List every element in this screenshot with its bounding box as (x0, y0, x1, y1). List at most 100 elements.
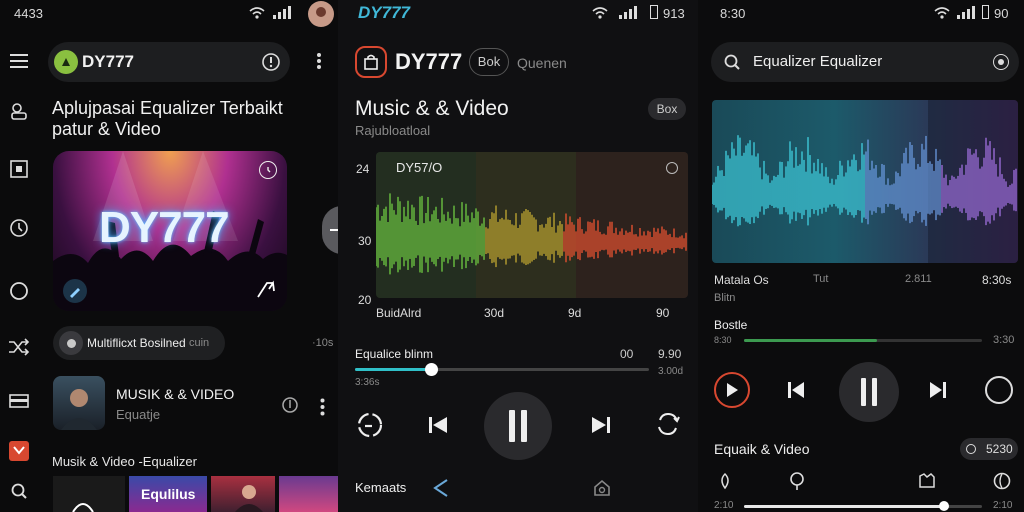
x-tick: BuidAlrd (376, 306, 422, 320)
signal-icon (957, 6, 977, 19)
scan-icon[interactable] (9, 101, 29, 121)
preset-progress-fill (744, 339, 878, 342)
thumb-caption: Equlilus (141, 486, 196, 502)
search-icon (723, 53, 741, 71)
panel-player: DY777 913 DY777 Bok Quenen Music & & Vid… (338, 0, 698, 512)
thumb-2[interactable]: Equlilus (129, 476, 207, 512)
hero-title: DY777 (99, 203, 230, 252)
thumb-1[interactable] (53, 476, 125, 512)
track-time-b: 9.90 (658, 347, 682, 361)
progress-time: 3:30 (993, 334, 1015, 346)
status-right: 90 (994, 6, 1009, 21)
clock-small-icon (259, 161, 277, 179)
signal-icon (273, 6, 291, 19)
square-icon[interactable] (10, 160, 28, 178)
gallery-icon[interactable] (917, 471, 937, 491)
repeat-icon[interactable] (355, 410, 385, 440)
bottom-slider-knob[interactable] (938, 501, 949, 511)
brand-logo: DY777 (358, 3, 410, 22)
next-icon[interactable] (590, 414, 612, 436)
bottom-right-time: 2:10 (993, 500, 1013, 511)
bottom-left-time: 2:10 (714, 500, 734, 511)
app-icon[interactable] (9, 441, 29, 461)
leaf-icon[interactable] (716, 472, 734, 490)
search-bar[interactable]: Equalizer Equalizer (711, 42, 1019, 82)
download-icon[interactable] (281, 396, 299, 414)
next-icon[interactable] (928, 380, 948, 400)
play-button[interactable] (714, 372, 750, 408)
app-header[interactable]: DY777 (48, 42, 290, 82)
progress-track[interactable] (355, 363, 649, 376)
circle-icon[interactable] (9, 281, 29, 301)
loop-icon[interactable] (654, 410, 682, 438)
back-icon[interactable] (432, 478, 450, 498)
item-more-icon[interactable] (320, 398, 325, 416)
y-tick: 24 (356, 162, 370, 176)
track-label: Equalice blinm (355, 347, 434, 361)
info-icon[interactable] (261, 52, 281, 72)
y-tick: 30 (358, 234, 372, 248)
pause-button[interactable] (839, 362, 899, 422)
elapsed-time: 3:36s (355, 377, 380, 388)
wifi-icon (592, 7, 608, 19)
progress-fill (355, 368, 432, 371)
menu-icon[interactable] (10, 54, 28, 68)
clock-icon[interactable] (9, 218, 29, 238)
status-time: 8:30 (720, 6, 746, 21)
remaining-time: 3.00d (658, 366, 684, 377)
home-icon[interactable] (592, 478, 612, 498)
progress-knob[interactable] (425, 363, 439, 376)
signal-icon (619, 6, 639, 19)
pill-button[interactable]: Bok (469, 48, 509, 76)
previous-icon[interactable] (427, 414, 449, 436)
x-tick: 90 (656, 306, 670, 320)
value-pill[interactable]: 5230 (960, 438, 1018, 460)
chip-label: Multiflicxt Bosilned (87, 336, 186, 350)
section-subtitle: Rajubloatloal (355, 123, 431, 138)
footer-label[interactable]: Kemaats (355, 480, 406, 495)
hero-card[interactable]: DY777 (53, 151, 287, 311)
status-time: 913 (663, 6, 685, 21)
side-handle[interactable] (322, 206, 338, 254)
previous-icon[interactable] (786, 380, 806, 400)
waveform-graph[interactable]: DY57/O (376, 152, 688, 298)
tab-queue[interactable]: Quenen (517, 55, 567, 71)
app-logo-icon (355, 46, 387, 78)
options-icon[interactable] (985, 376, 1013, 404)
wifi-icon (934, 7, 950, 19)
voice-icon[interactable] (993, 54, 1009, 70)
info-label: Tut (813, 273, 829, 285)
pause-icon (509, 410, 527, 442)
section-title: Equaik & Video (714, 441, 810, 457)
thumb-3[interactable] (211, 476, 275, 512)
preset-progress[interactable] (744, 339, 982, 342)
badge[interactable]: Box (648, 98, 686, 120)
sub-label: Blitn (714, 292, 736, 304)
spectrum-visual[interactable] (712, 100, 1018, 263)
share-icon[interactable] (255, 279, 277, 301)
small-text: 8:30 (714, 335, 732, 345)
shuffle-icon[interactable] (8, 338, 30, 356)
chip-trailing: ·10s (312, 337, 334, 349)
more-vertical-icon[interactable] (316, 52, 322, 70)
page-title: DY777 (395, 49, 463, 74)
app-name: DY777 (82, 52, 134, 71)
item-thumbnail (53, 376, 105, 430)
chip[interactable]: Multiflicxt Bosilned cuin (53, 326, 225, 360)
y-tick: 20 (358, 293, 372, 307)
search-input[interactable]: Equalizer Equalizer (753, 53, 882, 70)
edit-icon[interactable] (63, 279, 87, 303)
card-icon[interactable] (9, 394, 29, 408)
item-subtitle: Equatje (116, 407, 161, 422)
bubble-icon[interactable] (992, 471, 1012, 491)
pause-button[interactable] (484, 392, 552, 460)
graph-option-icon[interactable] (666, 162, 678, 174)
chip-avatar (59, 331, 83, 355)
thumb-4[interactable] (279, 476, 338, 512)
item-title[interactable]: MUSIK & & VIDEO (116, 386, 234, 402)
status-time: 4433 (14, 6, 43, 21)
bottom-slider[interactable] (744, 501, 982, 511)
search-icon[interactable] (10, 482, 28, 500)
avatar[interactable] (308, 1, 334, 27)
search-alt-icon[interactable] (788, 471, 806, 491)
